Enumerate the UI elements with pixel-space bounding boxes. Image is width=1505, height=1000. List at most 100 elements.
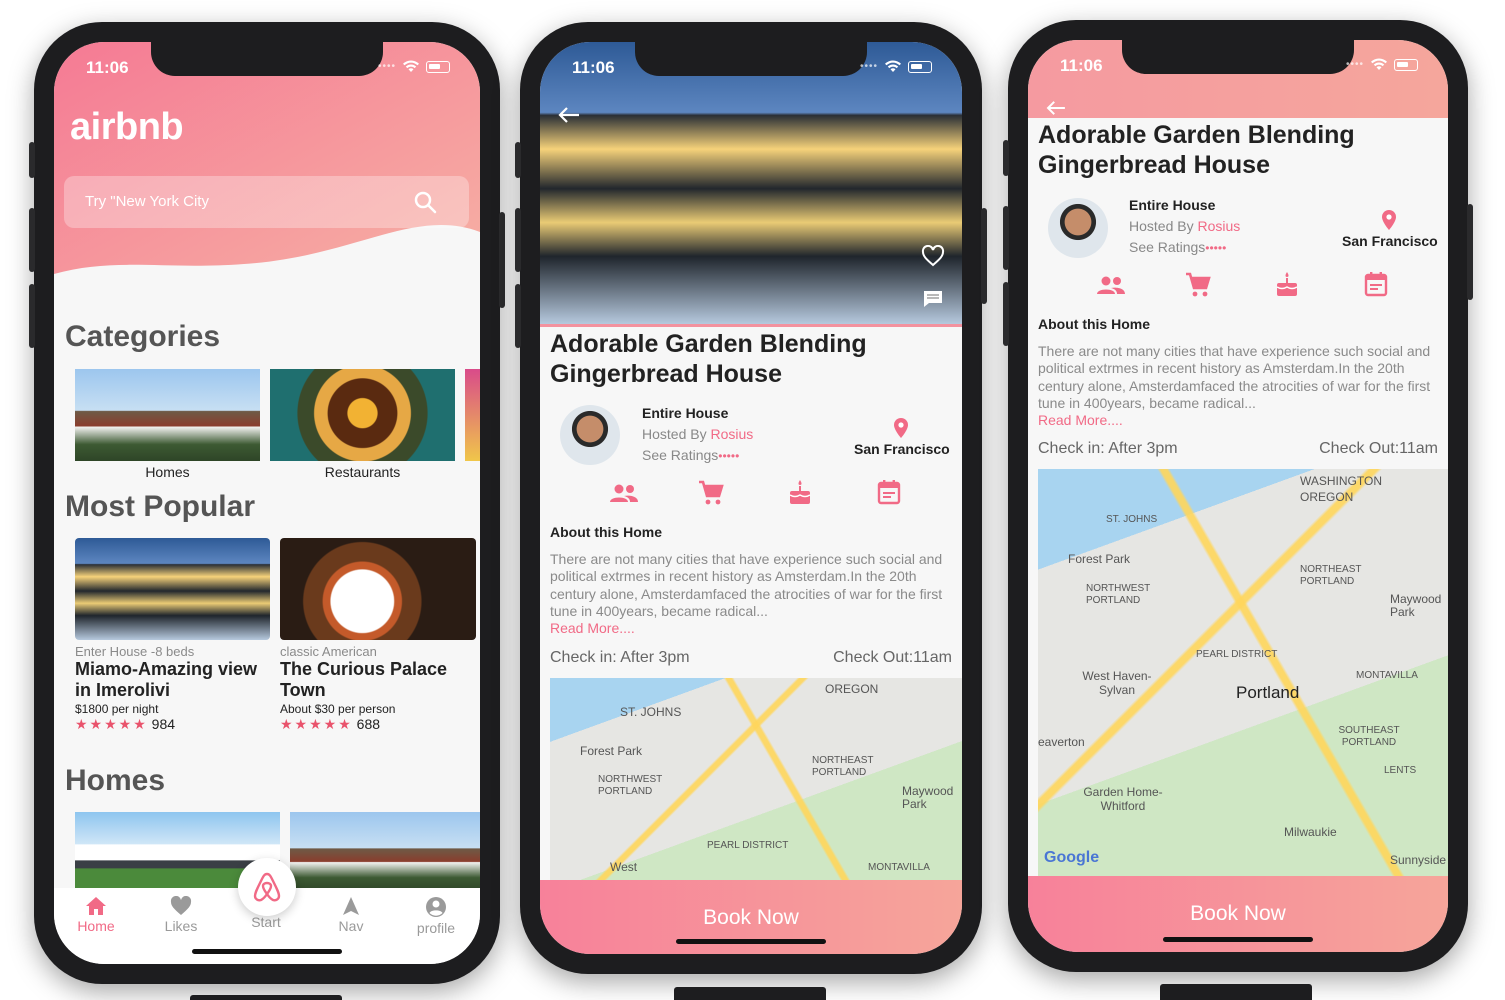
calendar-icon[interactable] [877,479,901,505]
host-avatar[interactable] [560,405,620,465]
popular-subtitle: Enter House -8 beds [75,644,195,659]
hero-image [540,42,962,324]
read-more-link[interactable]: Read More.... [550,620,635,636]
host-name-link[interactable]: Rosius [1197,218,1240,234]
back-arrow-icon[interactable] [1046,100,1066,116]
comment-icon[interactable] [923,290,943,308]
tab-home[interactable]: Home [56,896,136,934]
map-label: West [610,860,638,874]
listing-type: Entire House [1129,197,1216,213]
popular-subtitle: classic American [280,644,377,659]
categories-heading: Categories [65,320,221,353]
cake-icon[interactable] [788,479,812,505]
tab-nav[interactable]: Nav [311,896,391,934]
cart-icon[interactable] [698,480,724,506]
location-map[interactable]: ST. JOHNS Forest Park NORTHWEST PORTLAND… [550,678,962,883]
rating-dots: ••••• [1205,241,1227,255]
homes-heading: Homes [65,764,166,797]
popular-stars: ★★★★★ [75,716,148,732]
battery-icon [908,60,932,73]
see-ratings[interactable]: See Ratings••••• [1129,239,1226,255]
read-more-link[interactable]: Read More.... [1038,412,1123,428]
wifi-icon [403,60,419,72]
detail-screen-scrolled: 11:06 •••• Adorable Garden Blending Ging… [1028,40,1448,952]
map-label: NORTHEAST PORTLAND [812,755,874,778]
home-card-image[interactable] [290,812,480,892]
tab-likes[interactable]: Likes [141,896,221,934]
wifi-icon [885,60,901,72]
popular-card[interactable]: Enter House -8 beds Miamo-Amazing view i… [75,538,270,733]
status-icons: •••• [1346,58,1418,71]
about-text: There are not many cities that have expe… [550,551,943,620]
category-card-homes[interactable]: Homes [75,369,260,480]
map-logo-google: Google [1044,849,1100,866]
map-label: Portland [1236,683,1300,702]
map-label: MONTAVILLA [868,862,930,873]
category-label: Restaurants [324,464,401,480]
map-label: WASHINGTON [1300,474,1383,488]
book-now-label: Book Now [703,906,799,929]
location-label: San Francisco [1342,233,1438,249]
hero-divider [540,324,962,327]
map-label: ST. JOHNS [1106,514,1158,525]
map-label: Maywood Park [902,784,954,811]
popular-title: Miamo-Amazing view in Imerolivi [75,659,258,700]
navigation-icon [343,897,359,915]
home-indicator [676,939,826,944]
tab-profile[interactable]: profile [396,896,476,936]
map-label: LENTS [1384,765,1417,776]
tab-start[interactable]: Start [226,914,306,930]
host-name-link[interactable]: Rosius [710,426,753,442]
phone-detail-image: 11:06 •••• Adorable Garden Blending Ging… [515,22,987,974]
check-out: Check Out:11am [1319,440,1438,457]
see-ratings[interactable]: See Ratings••••• [642,447,739,463]
map-label: Forest Park [580,744,643,758]
category-image [270,369,455,461]
popular-image [75,538,270,640]
location-pin-icon [1382,210,1396,230]
search-icon[interactable] [413,190,437,214]
map-label: PEARL DISTRICT [707,840,789,851]
search-input[interactable]: Try "New York City [85,193,209,210]
about-text: There are not many cities that have expe… [1038,343,1431,412]
detail-screen: 11:06 •••• Adorable Garden Blending Ging… [540,42,962,954]
search-bar[interactable]: Try "New York City [64,176,469,228]
map-label: Garden Home-Whitford [1083,785,1163,813]
map-label: OREGON [1300,490,1354,504]
about-heading: About this Home [1038,316,1150,332]
status-icons: •••• [860,60,932,73]
start-fab[interactable] [238,858,296,916]
battery-icon [1394,58,1418,71]
brand-logo: airbnb [70,106,184,148]
calendar-icon[interactable] [1364,271,1388,297]
popular-price: About $30 per person [280,702,396,716]
tab-label: Nav [338,918,364,934]
battery-icon [426,60,450,73]
cart-icon[interactable] [1185,272,1211,298]
group-icon[interactable] [1096,275,1126,295]
category-card-restaurants[interactable]: Restaurants [270,369,455,480]
map-label: Maywood Park [1390,592,1442,619]
map-label: Milwaukie [1284,825,1337,839]
popular-card[interactable]: classic American The Curious Palace Town… [280,538,476,733]
map-label: OREGON [825,682,879,696]
status-icons: •••• [378,60,450,73]
group-icon[interactable] [609,483,639,503]
category-card-partial[interactable] [465,369,480,461]
popular-title: The Curious Palace Town [280,659,448,700]
home-indicator [192,949,342,954]
heart-outline-icon[interactable] [921,245,945,267]
cake-icon[interactable] [1275,271,1299,297]
location-label: San Francisco [854,441,950,457]
phone-detail-scrolled: 11:06 •••• Adorable Garden Blending Ging… [1003,20,1473,972]
home-icon [86,897,106,915]
host-avatar[interactable] [1048,198,1108,258]
phone-home: 11:06 •••• airbnb Try "New York City Cat… [29,22,505,984]
about-heading: About this Home [550,524,662,540]
location-map[interactable]: WASHINGTON OREGON ST. JOHNS Forest Park … [1038,469,1448,879]
hosted-by: Hosted By Rosius [1129,218,1241,234]
device-label-tab [1160,984,1312,1000]
status-time: 11:06 [1060,56,1103,75]
back-arrow-icon[interactable] [558,106,580,124]
popular-review-count: 984 [151,716,176,732]
